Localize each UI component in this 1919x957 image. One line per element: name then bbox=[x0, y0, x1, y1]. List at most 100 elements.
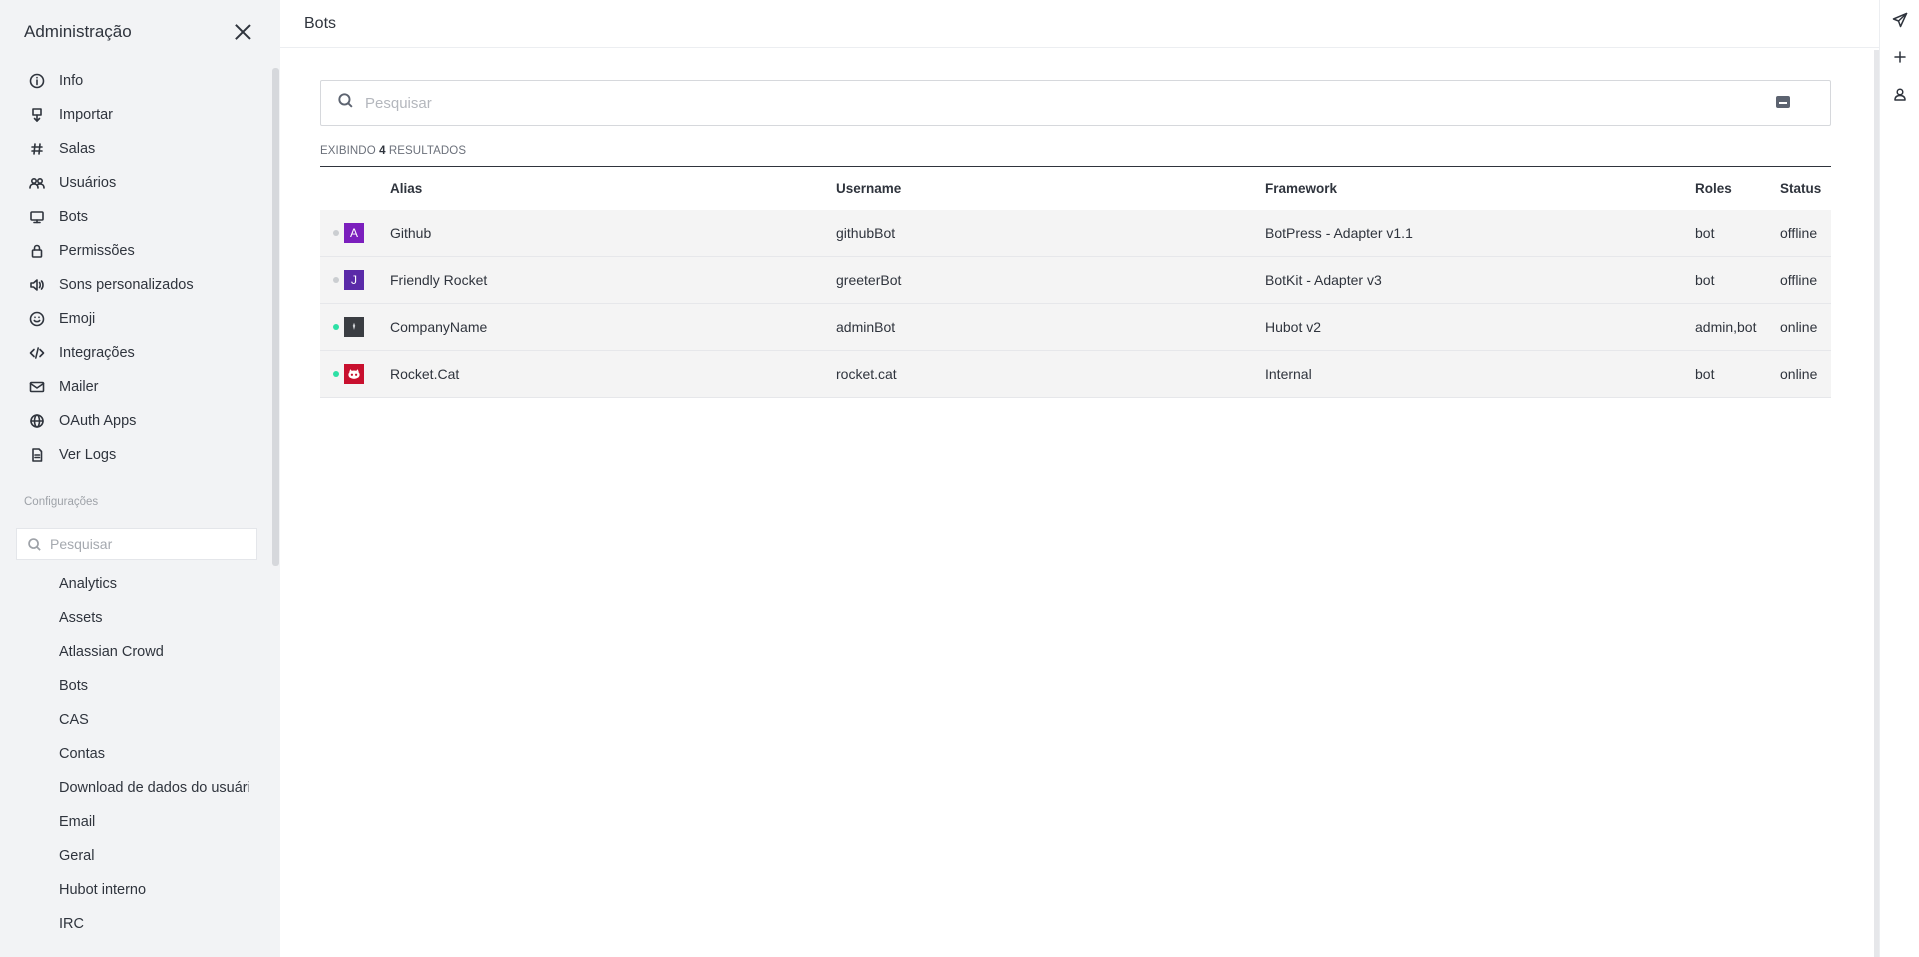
status-dot-cell bbox=[320, 277, 344, 283]
keyboard-icon[interactable] bbox=[1776, 96, 1790, 108]
row-status: offline bbox=[1780, 272, 1818, 288]
column-header-username[interactable]: Username bbox=[836, 181, 1265, 196]
sidebar-item-label: Bots bbox=[59, 209, 89, 225]
sidebar-title: Administração bbox=[24, 22, 132, 41]
row-alias: Github bbox=[390, 225, 432, 241]
settings-section-title: Configurações bbox=[24, 496, 99, 508]
bots-table: Alias Username Framework Roles Status A … bbox=[320, 166, 1831, 398]
status-dot-cell bbox=[320, 230, 344, 236]
row-roles: bot bbox=[1695, 366, 1715, 382]
result-count: EXIBINDO 4 RESULTADOS bbox=[320, 145, 466, 157]
sidebar-scroll-area: Info Importar Salas Usuários Bots Permis… bbox=[0, 64, 272, 957]
table-row[interactable]: CompanyName adminBot Hubot v2 admin,bot … bbox=[320, 304, 1831, 351]
globe-icon bbox=[28, 412, 46, 430]
row-roles: bot bbox=[1695, 272, 1715, 288]
column-header-alias[interactable]: Alias bbox=[390, 181, 836, 196]
result-count-prefix: EXIBINDO bbox=[320, 145, 376, 157]
sidebar-scrollbar[interactable] bbox=[272, 68, 279, 566]
bots-search[interactable] bbox=[320, 80, 1831, 126]
sidebar-item-users[interactable]: Usuários bbox=[0, 166, 272, 200]
mail-icon bbox=[28, 378, 46, 396]
sidebar-item-custom-sounds[interactable]: Sons personalizados bbox=[0, 268, 272, 302]
result-count-number: 4 bbox=[379, 145, 386, 157]
sidebar-item-label: Sons personalizados bbox=[59, 277, 194, 293]
emoji-icon bbox=[28, 310, 46, 328]
hashtag-icon bbox=[28, 140, 46, 158]
plus-icon[interactable] bbox=[1890, 47, 1910, 67]
sidebar-item-label: OAuth Apps bbox=[59, 413, 137, 429]
send-icon[interactable] bbox=[1890, 10, 1910, 30]
table-row[interactable]: A Github githubBot BotPress - Adapter v1… bbox=[320, 210, 1831, 257]
info-icon bbox=[28, 72, 46, 90]
row-username: githubBot bbox=[836, 225, 896, 241]
column-header-roles[interactable]: Roles bbox=[1695, 181, 1780, 196]
import-icon bbox=[28, 106, 46, 124]
bots-search-input[interactable] bbox=[365, 94, 1765, 112]
avatar: A bbox=[344, 223, 364, 243]
settings-item-atlassian-crowd[interactable]: Atlassian Crowd bbox=[0, 635, 249, 669]
column-header-status[interactable]: Status bbox=[1780, 181, 1831, 196]
settings-search-input[interactable] bbox=[50, 536, 240, 552]
admin-sidebar: Administração Info Importar Salas Usuári… bbox=[0, 0, 280, 957]
row-status: online bbox=[1780, 319, 1818, 335]
settings-search[interactable] bbox=[16, 528, 257, 560]
settings-item-general[interactable]: Geral bbox=[0, 839, 249, 873]
sidebar-item-import[interactable]: Importar bbox=[0, 98, 272, 132]
row-framework: Hubot v2 bbox=[1265, 319, 1322, 335]
volume-icon bbox=[28, 276, 46, 294]
sidebar-item-rooms[interactable]: Salas bbox=[0, 132, 272, 166]
status-dot-cell bbox=[320, 371, 344, 377]
settings-list: Analytics Assets Atlassian Crowd Bots CA… bbox=[0, 567, 272, 941]
close-icon[interactable] bbox=[232, 21, 254, 43]
avatar: J bbox=[344, 270, 364, 290]
row-framework: Internal bbox=[1265, 366, 1312, 382]
sidebar-item-emoji[interactable]: Emoji bbox=[0, 302, 272, 336]
sidebar-item-bots[interactable]: Bots bbox=[0, 200, 272, 234]
settings-item-email[interactable]: Email bbox=[0, 805, 249, 839]
computer-icon bbox=[28, 208, 46, 226]
sidebar-item-mailer[interactable]: Mailer bbox=[0, 370, 272, 404]
settings-item-irc[interactable]: IRC bbox=[0, 907, 249, 941]
row-roles: admin,bot bbox=[1695, 319, 1757, 335]
row-status: offline bbox=[1780, 225, 1818, 241]
sidebar-item-permissions[interactable]: Permissões bbox=[0, 234, 272, 268]
sidebar-item-label: Info bbox=[59, 73, 84, 89]
status-dot bbox=[333, 371, 339, 377]
settings-item-cas[interactable]: CAS bbox=[0, 703, 249, 737]
main-content: Bots EXIBINDO 4 RESULTADOS Alias Usernam… bbox=[280, 0, 1879, 957]
settings-item-assets[interactable]: Assets bbox=[0, 601, 249, 635]
rocket-logo-icon bbox=[352, 322, 356, 330]
sidebar-item-view-logs[interactable]: Ver Logs bbox=[0, 438, 272, 472]
sidebar-item-integrations[interactable]: Integrações bbox=[0, 336, 272, 370]
sidebar-item-label: Emoji bbox=[59, 311, 96, 327]
row-roles: bot bbox=[1695, 225, 1715, 241]
row-framework: BotPress - Adapter v1.1 bbox=[1265, 225, 1413, 241]
status-dot bbox=[333, 277, 339, 283]
search-icon bbox=[337, 92, 354, 114]
column-header-framework[interactable]: Framework bbox=[1265, 181, 1695, 196]
status-dot-cell bbox=[320, 324, 344, 330]
user-icon[interactable] bbox=[1890, 84, 1910, 104]
table-row[interactable]: Rocket.Cat rocket.cat Internal bot onlin… bbox=[320, 351, 1831, 398]
row-alias: Rocket.Cat bbox=[390, 366, 460, 382]
result-count-suffix: RESULTADOS bbox=[388, 145, 467, 157]
table-row[interactable]: J Friendly Rocket greeterBot BotKit - Ad… bbox=[320, 257, 1831, 304]
settings-item-accounts[interactable]: Contas bbox=[0, 737, 249, 771]
sidebar-item-oauth-apps[interactable]: OAuth Apps bbox=[0, 404, 272, 438]
settings-item-bots[interactable]: Bots bbox=[0, 669, 249, 703]
settings-item-user-data-download[interactable]: Download de dados do usuário bbox=[0, 771, 249, 805]
settings-item-internal-hubot[interactable]: Hubot interno bbox=[0, 873, 249, 907]
row-alias: Friendly Rocket bbox=[390, 272, 488, 288]
settings-item-analytics[interactable]: Analytics bbox=[0, 567, 249, 601]
sidebar-item-label: Importar bbox=[59, 107, 113, 123]
sidebar-item-info[interactable]: Info bbox=[0, 64, 272, 98]
avatar-cell bbox=[344, 317, 390, 337]
row-username: adminBot bbox=[836, 319, 896, 335]
avatar-cell: A bbox=[344, 223, 390, 243]
sidebar-item-label: Usuários bbox=[59, 175, 117, 191]
row-status: online bbox=[1780, 366, 1818, 382]
row-username: greeterBot bbox=[836, 272, 902, 288]
team-icon bbox=[28, 174, 46, 192]
page-title: Bots bbox=[304, 14, 337, 32]
sidebar-header: Administração bbox=[0, 0, 280, 64]
